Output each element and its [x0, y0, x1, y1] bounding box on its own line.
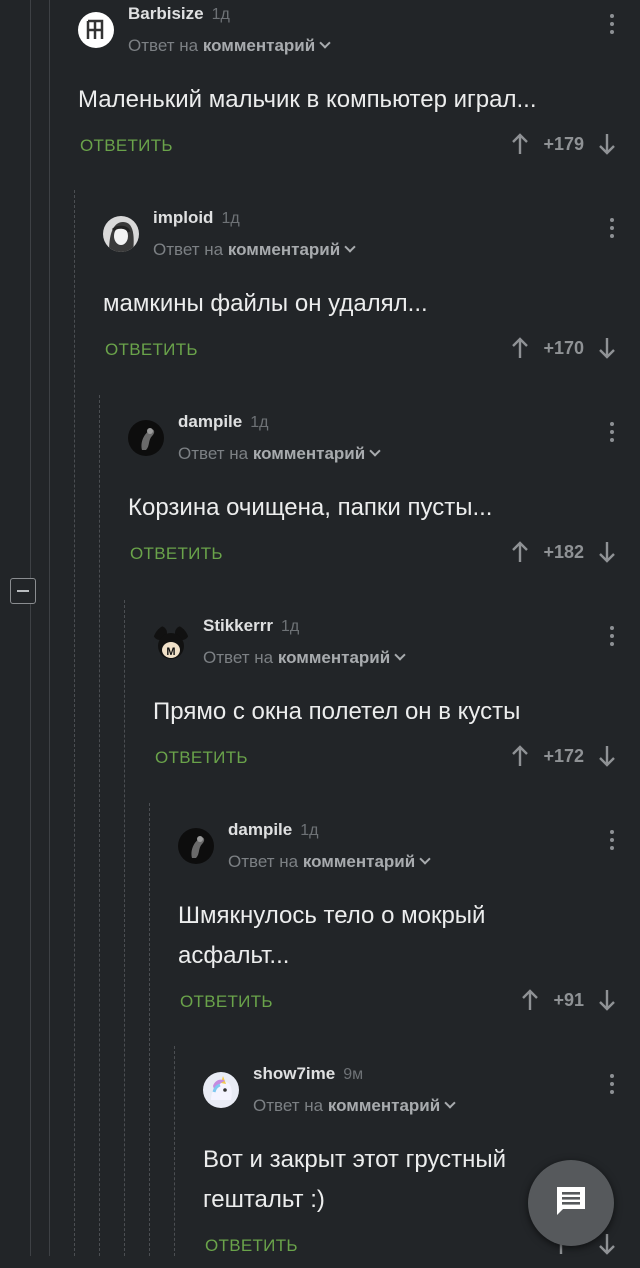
rating: +170 [543, 337, 584, 358]
arrow-up-icon[interactable] [511, 540, 529, 564]
avatar[interactable]: M [153, 624, 189, 660]
rating: +91 [553, 989, 584, 1010]
comment-time: 1д [250, 414, 269, 431]
comment: dampile 1д Ответ на комментарий Шмякнулос… [178, 816, 640, 1024]
chevron-down-icon [444, 1097, 456, 1109]
svg-text:M: M [166, 646, 175, 658]
rating: +172 [543, 745, 584, 766]
arrow-down-icon[interactable] [598, 336, 616, 360]
kebab-menu-icon[interactable] [610, 218, 614, 242]
kebab-menu-icon[interactable] [610, 1074, 614, 1098]
comment-time: 1д [211, 6, 230, 23]
thread-line [149, 803, 151, 1256]
comment-text: Прямо с окна полетел он в кусты [153, 698, 521, 725]
reply-to[interactable]: Ответ на комментарий [228, 852, 431, 872]
thread-line [174, 1046, 176, 1256]
arrow-down-icon[interactable] [598, 1232, 616, 1256]
thread-line [30, 0, 31, 1256]
arrow-up-icon[interactable] [511, 336, 529, 360]
avatar[interactable] [128, 420, 164, 456]
arrow-up-icon[interactable] [521, 988, 539, 1012]
comment-icon [554, 1184, 588, 1223]
avatar[interactable] [178, 828, 214, 864]
minus-box-icon [17, 590, 29, 592]
thread-line [124, 600, 126, 1256]
new-comment-button[interactable] [528, 1160, 614, 1246]
arrow-up-icon[interactable] [511, 744, 529, 768]
username[interactable]: dampile 1д [228, 820, 318, 840]
thread-line [49, 0, 50, 1256]
username[interactable]: show7ime 9м [253, 1064, 363, 1084]
reply-to[interactable]: Ответ на комментарий [203, 648, 406, 668]
comment-time: 1д [221, 210, 240, 227]
username[interactable]: Barbisize 1д [128, 4, 230, 24]
collapse-thread-button[interactable] [10, 578, 36, 604]
avatar[interactable] [103, 216, 139, 252]
chevron-down-icon [319, 37, 331, 49]
kebab-menu-icon[interactable] [610, 422, 614, 446]
arrow-down-icon[interactable] [598, 540, 616, 564]
arrow-down-icon[interactable] [598, 744, 616, 768]
comment-time: 9м [343, 1066, 364, 1083]
rating: +179 [543, 133, 584, 154]
comment-text: Маленький мальчик в компьютер играл... [78, 86, 537, 113]
comment-text: мамкины файлы он удалял... [103, 290, 428, 317]
reply-button[interactable]: ОТВЕТИТЬ [180, 992, 273, 1012]
arrow-down-icon[interactable] [598, 132, 616, 156]
kebab-menu-icon[interactable] [610, 626, 614, 650]
reply-button[interactable]: ОТВЕТИТЬ [130, 544, 223, 564]
avatar[interactable] [78, 12, 114, 48]
arrow-down-icon[interactable] [598, 988, 616, 1012]
reply-to[interactable]: Ответ на комментарий [128, 36, 331, 56]
arrow-up-icon[interactable] [511, 132, 529, 156]
username[interactable]: dampile 1д [178, 412, 268, 432]
thread-line [99, 395, 101, 1256]
comment-time: 1д [300, 822, 319, 839]
reply-button[interactable]: ОТВЕТИТЬ [155, 748, 248, 768]
reply-button[interactable]: ОТВЕТИТЬ [205, 1236, 298, 1256]
reply-button[interactable]: ОТВЕТИТЬ [80, 136, 173, 156]
comment-text: Шмякнулось тело о мокрый асфальт... [178, 902, 486, 969]
chevron-down-icon [344, 241, 356, 253]
thread-line [74, 190, 76, 1256]
username[interactable]: imploid 1д [153, 208, 240, 228]
comment: Barbisize 1д Ответ на комментарий Маленьк… [78, 0, 640, 168]
kebab-menu-icon[interactable] [610, 830, 614, 854]
chevron-down-icon [419, 853, 431, 865]
comment: imploid 1д Ответ на комментарий мамкины ф… [103, 204, 640, 372]
username[interactable]: Stikkerrr 1д [203, 616, 299, 636]
reply-to[interactable]: Ответ на комментарий [153, 240, 356, 260]
comment-text: Корзина очищена, папки пусты... [128, 494, 493, 521]
reply-to[interactable]: Ответ на комментарий [178, 444, 381, 464]
avatar[interactable] [203, 1072, 239, 1108]
comment: M Stikkerrr 1д Ответ на комментарий Прямо… [153, 612, 640, 780]
rating: +182 [543, 541, 584, 562]
chevron-down-icon [369, 445, 381, 457]
comment: dampile 1д Ответ на комментарий Корзина о… [128, 408, 640, 576]
chevron-down-icon [394, 649, 406, 661]
reply-button[interactable]: ОТВЕТИТЬ [105, 340, 198, 360]
reply-to[interactable]: Ответ на комментарий [253, 1096, 456, 1116]
comment-time: 1д [280, 618, 300, 635]
kebab-menu-icon[interactable] [610, 14, 614, 38]
